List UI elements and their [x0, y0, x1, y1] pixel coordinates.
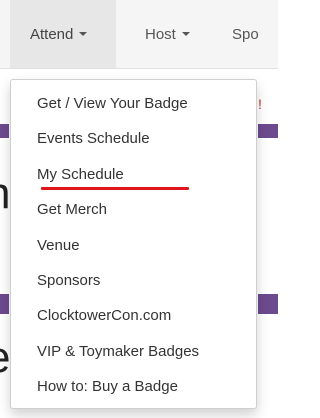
caret-down-icon — [181, 32, 190, 36]
background-banner — [258, 294, 278, 314]
nav-attend-label: Attend — [30, 25, 74, 43]
nav-sponsors-link[interactable]: Spo — [232, 0, 259, 68]
menu-item-get-merch[interactable]: Get Merch — [11, 192, 256, 227]
menu-item-how-to-buy-badge[interactable]: How to: Buy a Badge — [11, 369, 256, 404]
background-banner — [0, 124, 9, 138]
nav-host-dropdown-toggle[interactable]: Host — [145, 0, 190, 68]
menu-item-events-schedule[interactable]: Events Schedule — [11, 121, 256, 156]
background-heading-fragment: h — [0, 172, 10, 216]
attend-dropdown-menu: Get / View Your Badge Events Schedule My… — [10, 79, 257, 409]
background-text-fragment: ! — [258, 96, 262, 112]
background-heading-fragment: e — [0, 336, 10, 380]
menu-item-clocktowercon[interactable]: ClocktowerCon.com — [11, 298, 256, 333]
background-banner — [0, 294, 9, 314]
nav-host-label: Host — [145, 25, 176, 43]
menu-item-vip-toymaker-badges[interactable]: VIP & Toymaker Badges — [11, 334, 256, 369]
nav-sponsors-label: Spo — [232, 25, 259, 43]
menu-item-get-view-badge[interactable]: Get / View Your Badge — [11, 86, 256, 121]
menu-item-venue[interactable]: Venue — [11, 228, 256, 263]
top-navbar: Attend Host Spo — [0, 0, 278, 69]
menu-item-sponsors[interactable]: Sponsors — [11, 263, 256, 298]
nav-attend-dropdown-toggle[interactable]: Attend — [10, 0, 116, 68]
annotation-underline — [41, 187, 189, 190]
background-banner — [258, 124, 278, 138]
caret-down-icon — [79, 32, 88, 36]
